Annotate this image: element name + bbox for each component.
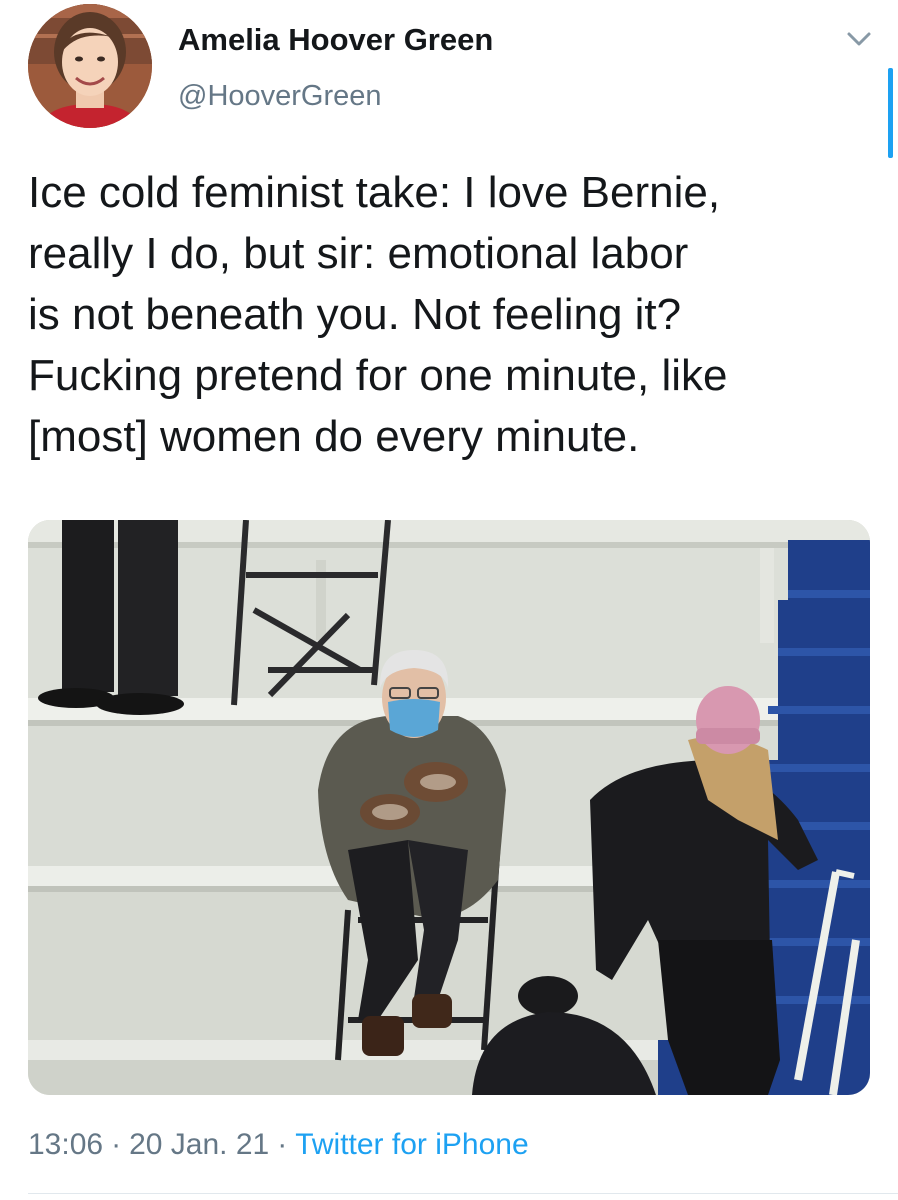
meta-separator: · [277, 1128, 288, 1161]
tweet-text-line: Fucking pretend for one minute, like [28, 351, 728, 400]
tweet-text: Ice cold feminist take: I love Bernie, r… [28, 162, 848, 467]
tweet-meta: 13:06 · 20 Jan. 21 · Twitter for iPhone [28, 1128, 529, 1162]
tweet-text-line: Ice cold feminist take: I love Bernie, [28, 168, 721, 217]
tweet-date[interactable]: 20 Jan. 21 [129, 1128, 269, 1161]
chevron-down-icon[interactable] [843, 26, 875, 50]
tweet-text-line: [most] women do every minute. [28, 412, 640, 461]
tweet-photo[interactable] [28, 520, 870, 1095]
tweet-source[interactable]: Twitter for iPhone [295, 1128, 528, 1161]
display-name[interactable]: Amelia Hoover Green [178, 22, 493, 58]
scroll-indicator[interactable] [888, 68, 893, 158]
avatar[interactable] [28, 4, 152, 128]
divider [28, 1193, 898, 1194]
tweet-time[interactable]: 13:06 [28, 1128, 103, 1161]
tweet-text-line: really I do, but sir: emotional labor [28, 229, 689, 278]
tweet: Amelia Hoover Green @HooverGreen Ice col… [0, 0, 898, 1200]
tweet-text-line: is not beneath you. Not feeling it? [28, 290, 682, 339]
handle[interactable]: @HooverGreen [178, 80, 382, 113]
meta-separator: · [111, 1128, 122, 1161]
